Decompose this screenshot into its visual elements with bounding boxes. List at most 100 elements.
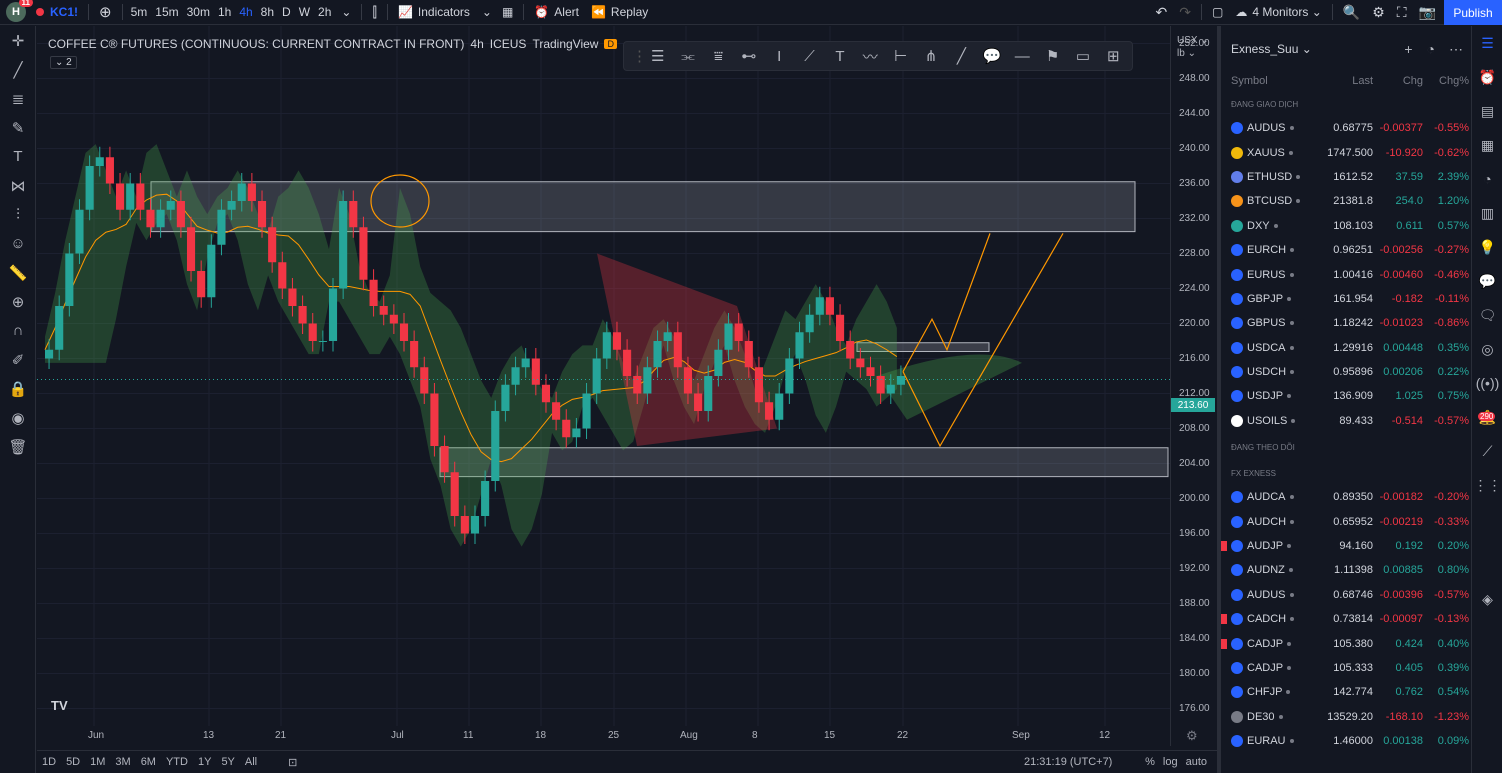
candle-type-icon[interactable]: ⫿ — [366, 0, 382, 25]
templates-icon[interactable]: ⌄ ▦ — [476, 0, 519, 25]
price-scale[interactable]: USX ⌄ lb ⌄ 252.00 248.00 244.00 240.00 236.00… — [1170, 26, 1216, 746]
alarm-clock-icon[interactable]: ⏰ — [1472, 60, 1502, 94]
redo-icon[interactable]: ↷ — [1173, 0, 1197, 25]
col-chgp[interactable]: Chg% — [1423, 75, 1469, 87]
interval-2h[interactable]: 2h — [314, 0, 335, 25]
emoji-icon[interactable]: ☺ — [0, 229, 36, 258]
layout-button[interactable]: ☁ 4 Monitors ⌄ — [1229, 0, 1327, 25]
watchlist-row[interactable]: ETHUSD 1612.52 37.59 2.39% — [1221, 165, 1471, 189]
watchlist-row[interactable]: EURCH 0.96251 -0.00256 -0.27% — [1221, 238, 1471, 262]
log-toggle[interactable]: log — [1163, 756, 1178, 768]
indicators-button[interactable]: 📈 Indicators — [392, 0, 476, 25]
signal-icon[interactable]: ((•)) — [1472, 366, 1502, 400]
chart-canvas[interactable] — [37, 26, 1170, 726]
fullscreen-icon[interactable]: ⛶ — [1391, 0, 1413, 25]
ruler-icon[interactable]: 📏 — [0, 258, 36, 287]
range-6m[interactable]: 6M — [136, 756, 161, 768]
search-icon[interactable]: 🔍 — [1337, 0, 1366, 25]
flag-icon[interactable] — [1221, 614, 1227, 625]
drag-handle-icon[interactable]: ⋮ — [632, 47, 647, 65]
layers-icon[interactable]: ◈ — [1472, 582, 1502, 616]
gear-icon[interactable]: ⚙ — [1366, 0, 1391, 25]
range-1m[interactable]: 1M — [85, 756, 110, 768]
clock[interactable]: 21:31:19 (UTC+7) — [1024, 756, 1112, 768]
watchlist-row[interactable]: CADCH 0.73814 -0.00097 -0.13% — [1221, 607, 1471, 631]
undo-icon[interactable]: ↶ — [1150, 0, 1174, 25]
range-5d[interactable]: 5D — [61, 756, 85, 768]
interval-4h[interactable]: 4h — [235, 0, 256, 25]
alert-button[interactable]: ⏰ Alert — [528, 0, 585, 25]
price-chart[interactable]: COFFEE C® FUTURES (CONTINUOUS: CURRENT C… — [37, 26, 1170, 746]
watchlist-row[interactable]: AUDJP 94.160 0.192 0.20% — [1221, 534, 1471, 558]
interval-w[interactable]: W — [295, 0, 314, 25]
chat-icon[interactable]: 💬 — [1472, 264, 1502, 298]
calendar-icon[interactable]: ▥ — [1472, 196, 1502, 230]
range-5y[interactable]: 5Y — [216, 756, 239, 768]
watchlist-row[interactable]: CHFJP 142.774 0.762 0.54% — [1221, 680, 1471, 704]
pencil-lock-icon[interactable]: ✐ — [0, 345, 36, 374]
callout-icon[interactable]: 💬 — [981, 47, 1002, 65]
lines-icon[interactable]: ☰ — [647, 47, 668, 65]
ray-icon[interactable]: ⟋ — [799, 48, 820, 65]
watchlist-row[interactable]: USDCA 1.29916 0.00448 0.35% — [1221, 336, 1471, 360]
pattern-icon[interactable]: ⋈ — [0, 171, 36, 200]
vertical-line-icon[interactable]: Ι — [769, 48, 790, 65]
dots-grid-icon[interactable]: ⋮⋮ — [1472, 468, 1502, 502]
range-3m[interactable]: 3M — [110, 756, 135, 768]
section-trading[interactable]: ĐANG GIAO DỊCH — [1221, 90, 1471, 116]
watchlist-row[interactable]: XAUUS 1747.500 -10.920 -0.62% — [1221, 140, 1471, 164]
publish-button[interactable]: Publish — [1444, 0, 1502, 25]
add-symbol-icon[interactable]: + — [1404, 41, 1412, 58]
interval-5m[interactable]: 5m — [127, 0, 152, 25]
user-avatar[interactable]: H 11 — [6, 0, 33, 22]
layout-select-icon[interactable]: ▢ — [1206, 0, 1229, 25]
more-icon[interactable]: ⋯ — [1449, 41, 1463, 58]
date-range-icon[interactable]: ⊡ — [282, 756, 303, 769]
lock-icon[interactable]: 🔒 — [0, 374, 36, 403]
replay-button[interactable]: ⏪ Replay — [585, 0, 654, 25]
interval-8h[interactable]: 8h — [257, 0, 278, 25]
hline-icon[interactable]: — — [1012, 48, 1033, 65]
watchlist-row[interactable]: DE30 13529.20 -168.10 -1.23% — [1221, 705, 1471, 729]
text-icon[interactable]: T — [0, 142, 36, 171]
prediction-icon[interactable]: ⫶ — [0, 200, 36, 229]
channel-icon[interactable]: ⫘ — [677, 48, 698, 65]
col-last[interactable]: Last — [1315, 75, 1373, 87]
watchlist-row[interactable]: USOILS 89.433 -0.514 -0.57% — [1221, 409, 1471, 433]
watchlist-row[interactable]: CADJP 105.380 0.424 0.40% — [1221, 631, 1471, 655]
axis-settings-icon[interactable]: ⚙ — [1186, 728, 1198, 744]
pitchfork-icon[interactable]: ⋔ — [920, 47, 941, 65]
watchlist-row[interactable]: DXY 108.103 0.611 0.57% — [1221, 214, 1471, 238]
time-axis[interactable]: Jun 13 21 Jul 11 18 25 Aug 8 15 22 Sep 12 — [37, 726, 1170, 746]
grid-icon[interactable]: ⊞ — [1103, 47, 1124, 65]
symbol-search[interactable]: KC1! — [44, 0, 84, 25]
watchlist-row[interactable]: AUDCA 0.89350 -0.00182 -0.20% — [1221, 485, 1471, 509]
watchlist-row[interactable]: AUDCH 0.65952 -0.00219 -0.33% — [1221, 509, 1471, 533]
zoom-icon[interactable]: ⊕ — [0, 287, 36, 316]
watchlist-row[interactable]: USDCH 0.95896 0.00206 0.22% — [1221, 360, 1471, 384]
rectangle-icon[interactable]: ▭ — [1072, 47, 1093, 65]
watchlist-row[interactable]: GBPUS 1.18242 -0.01023 -0.86% — [1221, 311, 1471, 335]
path-icon[interactable]: 〰 — [860, 46, 881, 67]
watchlist-row[interactable]: GBPJP 161.954 -0.182 -0.11% — [1221, 287, 1471, 311]
range-icon[interactable]: ⊢ — [890, 47, 911, 65]
range-1y[interactable]: 1Y — [193, 756, 216, 768]
magnet-icon[interactable]: ∩ — [0, 316, 36, 345]
ideas-icon[interactable]: 💡 — [1472, 230, 1502, 264]
percent-toggle[interactable]: % — [1145, 756, 1155, 768]
fib-icon[interactable]: ≣ — [0, 84, 36, 113]
flag-icon[interactable]: ⚑ — [1042, 47, 1063, 65]
watchlist-row[interactable]: AUDUS 0.68775 -0.00377 -0.55% — [1221, 116, 1471, 140]
crosshair-icon[interactable]: ✛ — [0, 26, 36, 55]
horizontal-ray-icon[interactable]: ⊷ — [738, 47, 759, 65]
range-ytd[interactable]: YTD — [161, 756, 193, 768]
news-icon[interactable]: ▦ — [1472, 128, 1502, 162]
line-tool-icon[interactable]: ╱ — [951, 47, 972, 65]
compare-icon[interactable]: ⊕ — [93, 0, 118, 25]
indicator-toggle[interactable]: ⌄ 2 — [50, 56, 77, 69]
range-1d[interactable]: 1D — [37, 756, 61, 768]
trendline-icon[interactable]: ╱ — [0, 55, 36, 84]
watchlist-row[interactable]: CADJP 105.333 0.405 0.39% — [1221, 656, 1471, 680]
brush-icon[interactable]: ✎ — [0, 113, 36, 142]
watchlist-row[interactable]: EURUS 1.00416 -0.00460 -0.46% — [1221, 262, 1471, 286]
